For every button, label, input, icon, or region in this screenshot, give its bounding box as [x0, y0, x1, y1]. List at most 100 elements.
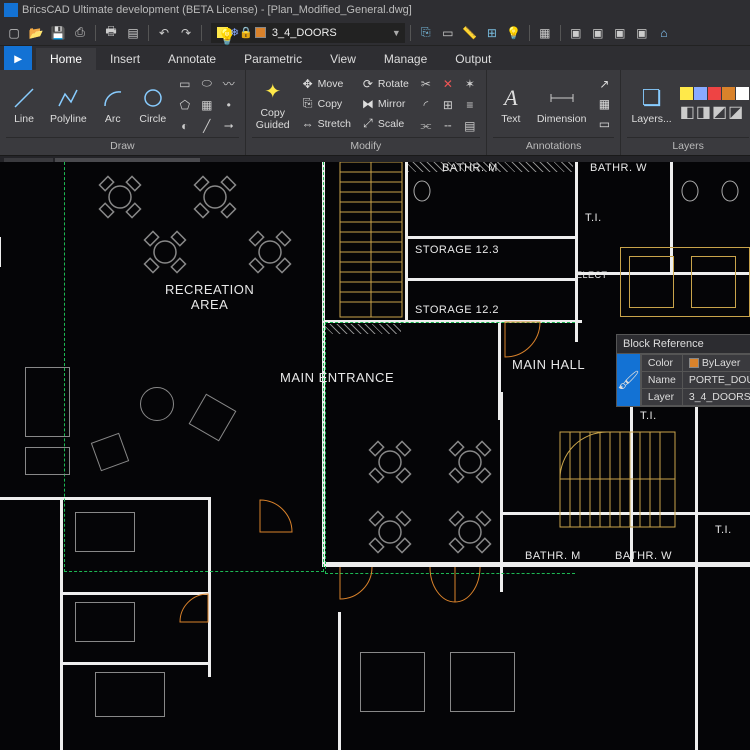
trim-icon[interactable]: ✂: [416, 74, 436, 93]
sheet3-icon[interactable]: ▣: [610, 23, 630, 43]
rect-icon[interactable]: ▭: [175, 74, 195, 93]
layer-combo[interactable]: 💡 ❄ 🔒 ▼: [211, 23, 405, 43]
measure-icon[interactable]: 📏: [460, 23, 480, 43]
move-label: Move: [318, 78, 344, 90]
chevron-down-icon[interactable]: ▼: [392, 28, 401, 38]
new-icon[interactable]: ▢: [4, 23, 24, 43]
desk: [95, 672, 165, 717]
home-icon[interactable]: ⌂: [654, 23, 674, 43]
dimension-button[interactable]: Dimension: [533, 74, 591, 135]
hatch-icon[interactable]: ▦: [197, 95, 217, 114]
toilet: [720, 177, 740, 202]
sofa: [25, 447, 70, 475]
select-icon[interactable]: ▭: [438, 23, 458, 43]
label-recreation: RECREATION AREA: [165, 282, 254, 312]
wall: [60, 662, 210, 665]
ellipse-icon[interactable]: ⬭: [197, 74, 217, 93]
saveas-icon[interactable]: ⎙: [70, 23, 90, 43]
print-preview-icon[interactable]: ▤: [123, 23, 143, 43]
brush-icon: 🖌: [617, 354, 641, 406]
laylck-icon[interactable]: ◪: [728, 102, 743, 122]
explode-icon[interactable]: ✶: [460, 74, 480, 93]
erase-icon[interactable]: ✕: [438, 74, 458, 93]
scale-button[interactable]: ⤢Scale: [358, 114, 412, 133]
tab-output[interactable]: Output: [441, 48, 505, 70]
save-icon[interactable]: 💾: [48, 23, 68, 43]
layoff-icon[interactable]: ◨: [696, 102, 711, 122]
snap-icon[interactable]: ⊞: [482, 23, 502, 43]
lock-icon: 🔒: [239, 26, 253, 39]
rotate-label: Rotate: [378, 78, 409, 90]
panel-layers: ❏Layers... ◧ ◨ ◩ ◪ Layers: [621, 70, 750, 155]
polyline-button[interactable]: Polyline: [46, 74, 91, 135]
offset-icon[interactable]: ≡: [460, 95, 480, 114]
tab-manage[interactable]: Manage: [370, 48, 441, 70]
sw1[interactable]: [680, 87, 693, 100]
desk: [360, 652, 425, 712]
sheet2-icon[interactable]: ▣: [588, 23, 608, 43]
scale-icon: ⤢: [361, 117, 375, 131]
xline-icon[interactable]: ╱: [197, 116, 217, 135]
layer-color-swatch: [255, 27, 266, 38]
table-icon[interactable]: ▦: [535, 23, 555, 43]
fillet-icon[interactable]: ◜: [416, 95, 436, 114]
layers-button[interactable]: ❏Layers...: [627, 74, 675, 135]
door: [260, 500, 295, 535]
sw2[interactable]: [694, 87, 707, 100]
array-icon[interactable]: ⊞: [438, 95, 458, 114]
align-icon[interactable]: ▤: [460, 116, 480, 135]
line-button[interactable]: Line: [6, 74, 42, 135]
mirror-button[interactable]: ⧓Mirror: [358, 94, 412, 113]
arc-button[interactable]: Arc: [95, 74, 131, 135]
point-icon[interactable]: •: [219, 95, 239, 114]
app-menu-button[interactable]: ▸: [4, 46, 32, 70]
modify-grid: ✂✕✶ ◜⊞≡ ⫘╌▤: [416, 74, 480, 135]
field-icon[interactable]: ▭: [594, 114, 614, 133]
tab-home[interactable]: Home: [36, 48, 96, 70]
undo-icon[interactable]: ↶: [154, 23, 174, 43]
leader-icon[interactable]: ↗: [594, 74, 614, 93]
layer-name-input[interactable]: [268, 27, 388, 39]
rotate-icon: ⟳: [361, 77, 375, 91]
copy-guided-button[interactable]: ✦Copy Guided: [252, 74, 294, 135]
line-label: Line: [14, 113, 34, 125]
table-group: [245, 227, 295, 277]
region-icon[interactable]: ◐: [175, 116, 195, 135]
sw4[interactable]: [722, 87, 735, 100]
spline-icon[interactable]: 〰: [219, 74, 239, 93]
wall: [405, 236, 575, 239]
tab-annotate[interactable]: Annotate: [154, 48, 230, 70]
stretch-button[interactable]: ⇔Stretch: [298, 114, 354, 133]
move-icon: ✥: [301, 77, 315, 91]
tab-parametric[interactable]: Parametric: [230, 48, 316, 70]
open-icon[interactable]: 📂: [26, 23, 46, 43]
move-button[interactable]: ✥Move: [298, 74, 354, 93]
copy-button[interactable]: ⎘Copy: [298, 94, 354, 113]
print-icon[interactable]: 🖶: [101, 23, 121, 43]
drawing-viewport[interactable]: RECREATION AREA MAIN ENTRANCE MAIN HALL …: [0, 162, 750, 750]
break-icon[interactable]: ╌: [438, 116, 458, 135]
match-icon[interactable]: ⎘: [416, 23, 436, 43]
text-label: Text: [501, 113, 520, 125]
circle-button[interactable]: Circle: [135, 74, 171, 135]
hatch: [325, 324, 401, 334]
table-ann-icon[interactable]: ▦: [594, 94, 614, 113]
tab-insert[interactable]: Insert: [96, 48, 154, 70]
tab-view[interactable]: View: [316, 48, 370, 70]
bulb2-icon[interactable]: 💡: [504, 23, 524, 43]
sw5[interactable]: [736, 87, 749, 100]
text-button[interactable]: AText: [493, 74, 529, 135]
label-ti2: T.I.: [640, 410, 657, 422]
rotate-button[interactable]: ⟳Rotate: [358, 74, 412, 93]
sheet-icon[interactable]: ▣: [566, 23, 586, 43]
panel-modify-title: Modify: [252, 137, 480, 153]
sw3[interactable]: [708, 87, 721, 100]
sheet4-icon[interactable]: ▣: [632, 23, 652, 43]
redo-icon[interactable]: ↷: [176, 23, 196, 43]
layiso-icon[interactable]: ◧: [680, 102, 695, 122]
join-icon[interactable]: ⫘: [416, 116, 436, 135]
ray-icon[interactable]: ⭢: [219, 116, 239, 135]
table-group: [140, 227, 190, 277]
polygon-icon[interactable]: ⬠: [175, 95, 195, 114]
layfrz-icon[interactable]: ◩: [712, 102, 727, 122]
